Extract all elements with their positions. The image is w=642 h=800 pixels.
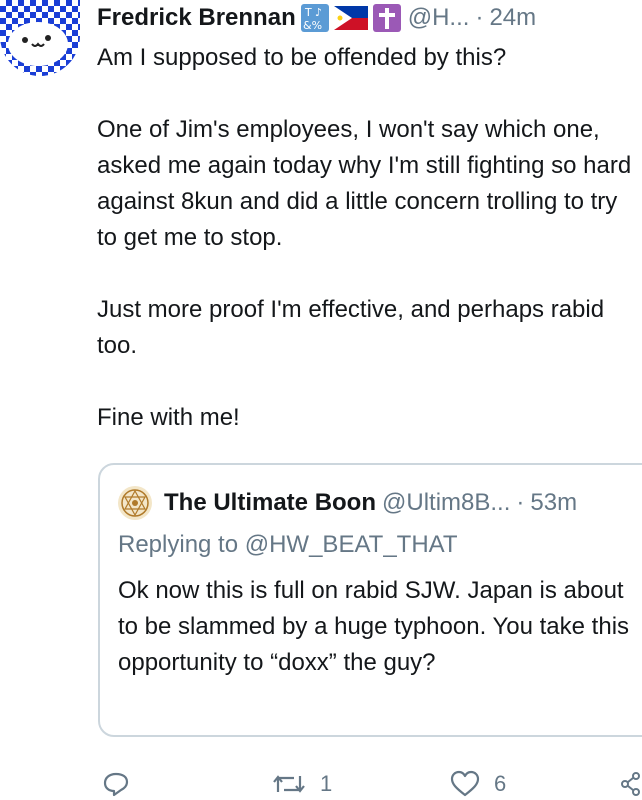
tweet-paragraph: Just more proof I'm effective, and perha…: [97, 296, 605, 359]
quoted-author-handle[interactable]: @Ultim8B...: [382, 489, 510, 517]
author-avatar[interactable]: [0, 0, 80, 76]
tweet-paragraph: One of Jim's employees, I won't say whic…: [97, 116, 632, 251]
like-count: 6: [494, 771, 507, 796]
tweet-actions: 1 6: [0, 760, 642, 800]
author-name[interactable]: Fredrick Brennan: [97, 4, 296, 32]
svg-text:&%: &%: [303, 19, 322, 32]
quoted-author-avatar[interactable]: [118, 486, 152, 520]
quoted-author-name[interactable]: The Ultimate Boon: [164, 489, 376, 517]
retweet-icon: [273, 775, 305, 793]
quoted-tweet-header: The Ultimate Boon @Ultim8B... · 53m: [118, 483, 642, 523]
replying-to: Replying to @HW_BEAT_THAT: [118, 531, 458, 558]
svg-text:T: T: [304, 6, 312, 19]
svg-text:♪: ♪: [315, 6, 322, 19]
tweet-timestamp[interactable]: 24m: [489, 4, 536, 32]
tweet-header: Fredrick Brennan T ♪ &% @H... · 24m: [97, 2, 642, 34]
heart-icon: [450, 770, 480, 797]
separator-dot: ·: [475, 4, 484, 31]
separator-dot: ·: [516, 489, 525, 516]
input-symbols-icon: T ♪ &%: [300, 3, 330, 33]
quoted-tweet-timestamp[interactable]: 53m: [530, 489, 577, 517]
tweet-paragraph: Fine with me!: [97, 404, 240, 431]
quoted-tweet-text: Ok now this is full on rabid SJW. Japan …: [118, 577, 630, 676]
share-icon: [621, 772, 640, 796]
reply-icon: [103, 772, 129, 797]
like-button[interactable]: 6: [450, 770, 506, 798]
tweet-paragraph: Am I supposed to be offended by this?: [97, 44, 507, 71]
author-handle[interactable]: @H...: [408, 4, 470, 32]
retweet-button[interactable]: 1: [272, 770, 332, 798]
quoted-tweet-card[interactable]: The Ultimate Boon @Ultim8B... · 53m Repl…: [98, 463, 642, 737]
share-button[interactable]: [620, 772, 642, 796]
tweet-text: Am I supposed to be offended by this? On…: [97, 40, 642, 436]
reply-button[interactable]: [102, 770, 144, 798]
latin-cross-icon: [372, 3, 402, 33]
philippines-flag-icon: [333, 6, 368, 30]
retweet-count: 1: [320, 771, 333, 796]
